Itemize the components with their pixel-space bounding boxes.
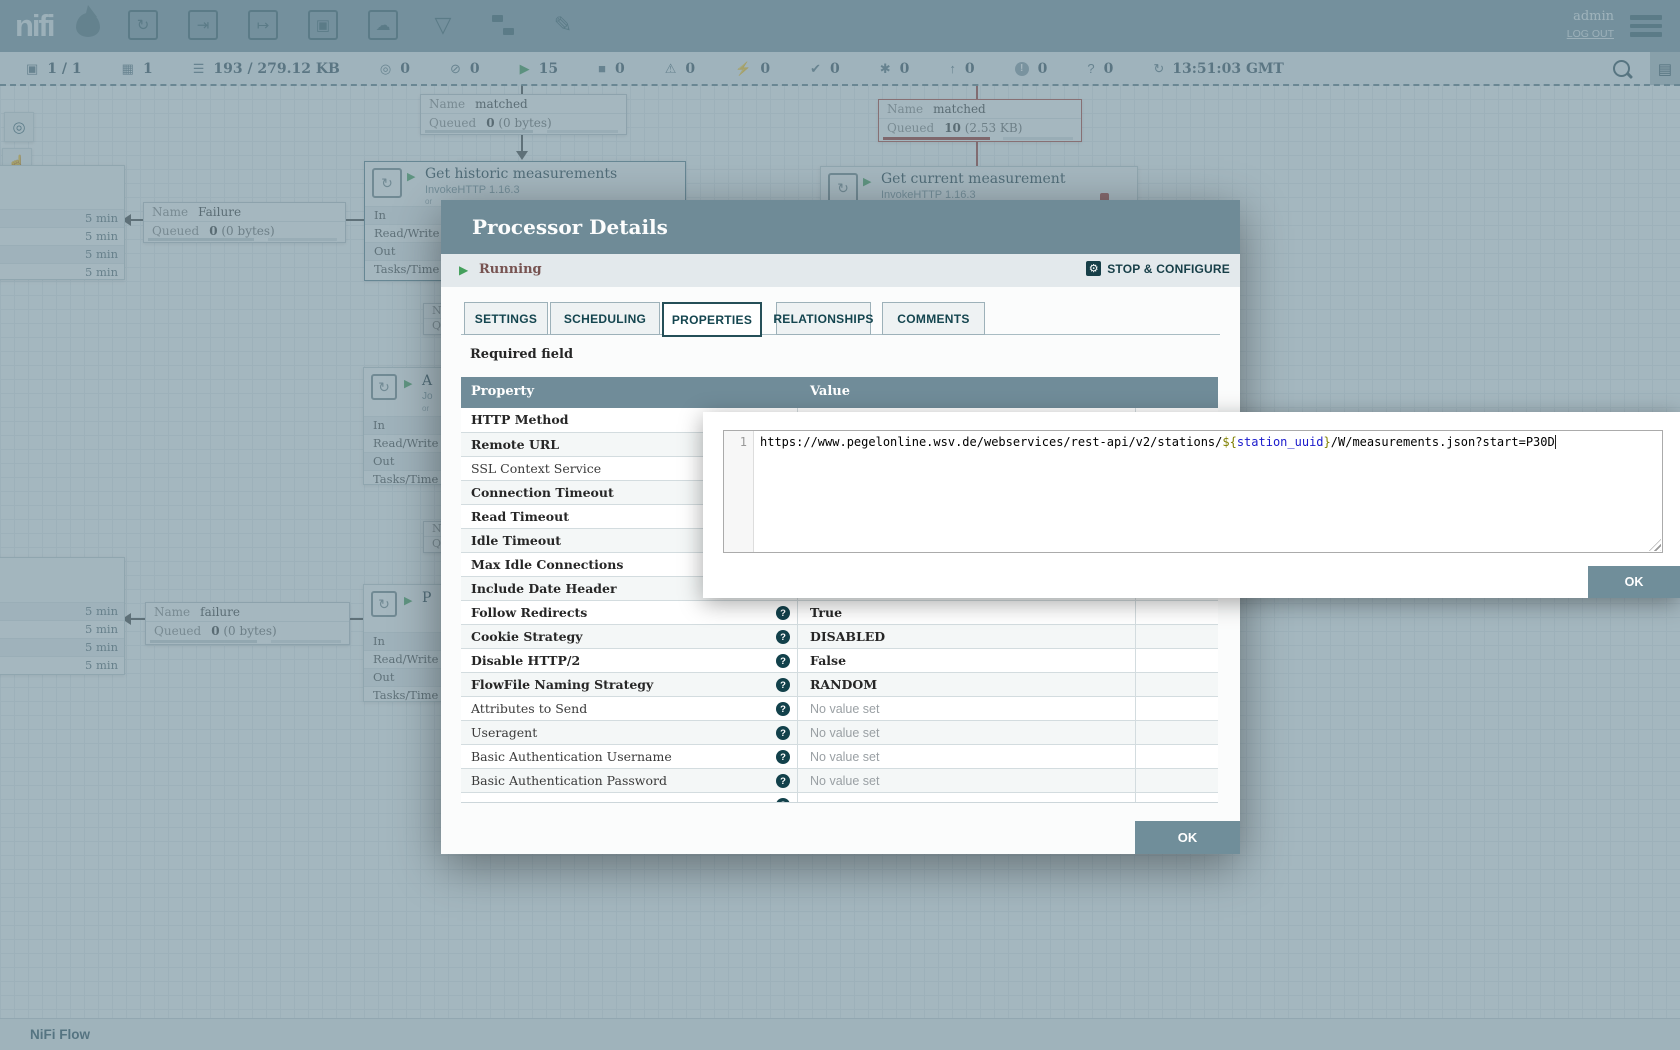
help-icon[interactable]: ?: [776, 726, 790, 740]
table-row[interactable]: Disable HTTP/2?False: [461, 648, 1218, 672]
table-row[interactable]: Attributes to Send?No value set: [461, 696, 1218, 720]
editor-gutter: 1: [724, 431, 754, 552]
tab-settings[interactable]: SETTINGS: [464, 302, 548, 335]
stop-and-configure-button[interactable]: ⚙ STOP & CONFIGURE: [1086, 261, 1230, 276]
table-row[interactable]: Follow Redirects?True: [461, 600, 1218, 624]
tab-relationships[interactable]: RELATIONSHIPS: [776, 302, 871, 335]
value-editor-popup: 1 https://www.pegelonline.wsv.de/webserv…: [703, 412, 1680, 598]
help-icon[interactable]: ?: [776, 606, 790, 620]
column-value: Value: [810, 384, 850, 399]
properties-table-header: Property Value: [461, 377, 1218, 408]
nifi-app: nifi ↻ ⇥ ↦ ▣ ☁ ▽ ✎ admin LOG OUT ▣1 / 1 …: [0, 0, 1680, 1050]
expression-close: }: [1324, 435, 1331, 449]
processor-state-row: ▶ Running ⚙ STOP & CONFIGURE: [441, 254, 1240, 287]
table-row[interactable]: Cookie Strategy?DISABLED: [461, 624, 1218, 648]
tab-scheduling[interactable]: SCHEDULING: [550, 302, 660, 335]
tab-comments[interactable]: COMMENTS: [882, 302, 985, 335]
table-row[interactable]: Useragent?No value set: [461, 720, 1218, 744]
expression-editor[interactable]: 1 https://www.pegelonline.wsv.de/webserv…: [723, 430, 1663, 553]
dialog-header: Processor Details: [441, 200, 1240, 254]
table-row[interactable]: Basic Authentication Password?No value s…: [461, 768, 1218, 792]
help-icon[interactable]: ?: [776, 630, 790, 644]
editor-code-line[interactable]: https://www.pegelonline.wsv.de/webservic…: [754, 431, 1662, 552]
dialog-title: Processor Details: [472, 200, 1240, 254]
column-property: Property: [471, 384, 534, 399]
expression-parameter: station_uuid: [1237, 435, 1324, 449]
text-cursor: [1555, 435, 1556, 449]
help-icon[interactable]: ?: [776, 654, 790, 668]
line-number: 1: [740, 435, 747, 449]
dialog-ok-button[interactable]: OK: [1135, 821, 1240, 854]
table-row[interactable]: Basic Authentication Username?No value s…: [461, 744, 1218, 768]
help-icon[interactable]: ?: [776, 702, 790, 716]
table-row[interactable]: FlowFile Naming Strategy?RANDOM: [461, 672, 1218, 696]
editor-ok-button[interactable]: OK: [1588, 566, 1680, 598]
help-icon[interactable]: ?: [776, 774, 790, 788]
processor-state-text: Running: [479, 262, 542, 277]
tab-properties[interactable]: PROPERTIES: [662, 302, 762, 337]
running-state-icon: ▶: [459, 263, 468, 277]
expression-open: ${: [1222, 435, 1236, 449]
help-icon[interactable]: ?: [776, 750, 790, 764]
table-row[interactable]: ?: [461, 792, 1218, 803]
required-field-note: Required field: [470, 347, 573, 362]
help-icon[interactable]: ?: [776, 678, 790, 692]
gear-icon: ⚙: [1086, 261, 1101, 276]
